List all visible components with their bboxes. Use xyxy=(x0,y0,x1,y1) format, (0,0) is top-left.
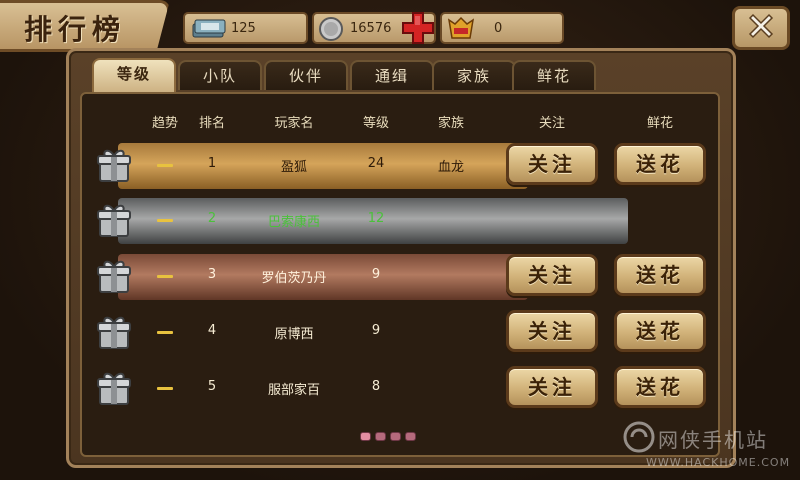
table-header: 趋势 排名 玩家名 等级 家族 关注 鲜花 xyxy=(0,112,800,132)
badge-counter: 0 xyxy=(440,12,564,44)
table-row[interactable]: 2 巴索康西 12 xyxy=(88,196,713,246)
level-cell: 24 xyxy=(367,156,385,171)
level-cell: 12 xyxy=(367,211,385,226)
rank-cell: 1 xyxy=(207,156,217,171)
follow-button[interactable]: 关注 xyxy=(506,254,598,296)
level-cell: 8 xyxy=(371,379,381,394)
family-cell: 血龙 xyxy=(437,160,465,175)
col-rank: 排名 xyxy=(198,116,226,131)
send-flower-button[interactable]: 送花 xyxy=(614,366,706,408)
silver-value: 16576 xyxy=(350,21,392,36)
watermark-logo-icon xyxy=(622,420,656,458)
close-icon xyxy=(745,10,777,46)
col-flower: 鲜花 xyxy=(646,116,674,131)
rank-cell: 4 xyxy=(207,323,217,338)
money-value: 125 xyxy=(231,21,256,36)
trend-flat-icon xyxy=(157,275,173,278)
player-name: 原博西 xyxy=(274,327,314,342)
page-title: 排行榜 xyxy=(24,13,127,46)
page-indicator xyxy=(360,432,416,441)
player-name: 巴索康西 xyxy=(267,215,321,230)
table-row[interactable]: 5 服部家百 8 关注 送花 xyxy=(88,364,713,414)
tab-level[interactable]: 等级 xyxy=(92,58,176,92)
trend-flat-icon xyxy=(157,164,173,167)
trend-flat-icon xyxy=(157,331,173,334)
send-flower-button[interactable]: 送花 xyxy=(614,310,706,352)
page-dot[interactable] xyxy=(390,432,401,441)
page-dot[interactable] xyxy=(375,432,386,441)
close-button[interactable] xyxy=(732,6,790,50)
send-flower-button[interactable]: 送花 xyxy=(614,254,706,296)
trend-flat-icon xyxy=(157,219,173,222)
silver-coin-icon xyxy=(318,16,344,46)
tab-squad[interactable]: 小队 xyxy=(178,60,262,90)
gift-box-icon[interactable] xyxy=(94,145,134,189)
gift-box-icon[interactable] xyxy=(94,200,134,244)
col-family: 家族 xyxy=(437,116,465,131)
table-row[interactable]: 4 原博西 9 关注 送花 xyxy=(88,308,713,358)
follow-button[interactable]: 关注 xyxy=(506,366,598,408)
gift-box-icon[interactable] xyxy=(94,312,134,356)
level-cell: 9 xyxy=(371,323,381,338)
watermark-en: WWW.HACKHOME.COM xyxy=(646,456,791,469)
money-stack-icon xyxy=(191,16,227,44)
follow-button[interactable]: 关注 xyxy=(506,143,598,185)
player-name: 罗伯茨乃丹 xyxy=(261,271,327,286)
col-follow: 关注 xyxy=(538,116,566,131)
table-row[interactable]: 1 盈狐 24 血龙 关注 送花 xyxy=(88,141,713,191)
player-name: 服部家百 xyxy=(267,383,321,398)
trend-flat-icon xyxy=(157,387,173,390)
badge-value: 0 xyxy=(494,21,503,36)
tab-wanted[interactable]: 通缉 xyxy=(350,60,434,90)
col-trend: 趋势 xyxy=(151,116,179,131)
watermark: 网侠手机站 WWW.HACKHOME.COM xyxy=(618,418,791,474)
tab-family[interactable]: 家族 xyxy=(432,60,516,90)
page-dot[interactable] xyxy=(360,432,371,441)
send-flower-button[interactable]: 送花 xyxy=(614,143,706,185)
player-name: 盈狐 xyxy=(280,160,308,175)
money-counter: 125 xyxy=(183,12,308,44)
badge-icon xyxy=(446,16,476,46)
rank-cell: 5 xyxy=(207,379,217,394)
red-plus-icon[interactable] xyxy=(400,10,436,50)
gift-box-icon[interactable] xyxy=(94,256,134,300)
table-row[interactable]: 3 罗伯茨乃丹 9 关注 送花 xyxy=(88,252,713,302)
rank-cell: 3 xyxy=(207,267,217,282)
tab-flower[interactable]: 鲜花 xyxy=(512,60,596,90)
follow-button[interactable]: 关注 xyxy=(506,310,598,352)
tab-partner[interactable]: 伙伴 xyxy=(264,60,348,90)
gift-box-icon[interactable] xyxy=(94,368,134,412)
col-player: 玩家名 xyxy=(274,116,314,131)
row-highlight xyxy=(118,143,528,189)
page-dot[interactable] xyxy=(405,432,416,441)
watermark-cn: 网侠手机站 xyxy=(658,428,768,452)
rank-cell: 2 xyxy=(207,211,217,226)
level-cell: 9 xyxy=(371,267,381,282)
col-level: 等级 xyxy=(362,116,390,131)
